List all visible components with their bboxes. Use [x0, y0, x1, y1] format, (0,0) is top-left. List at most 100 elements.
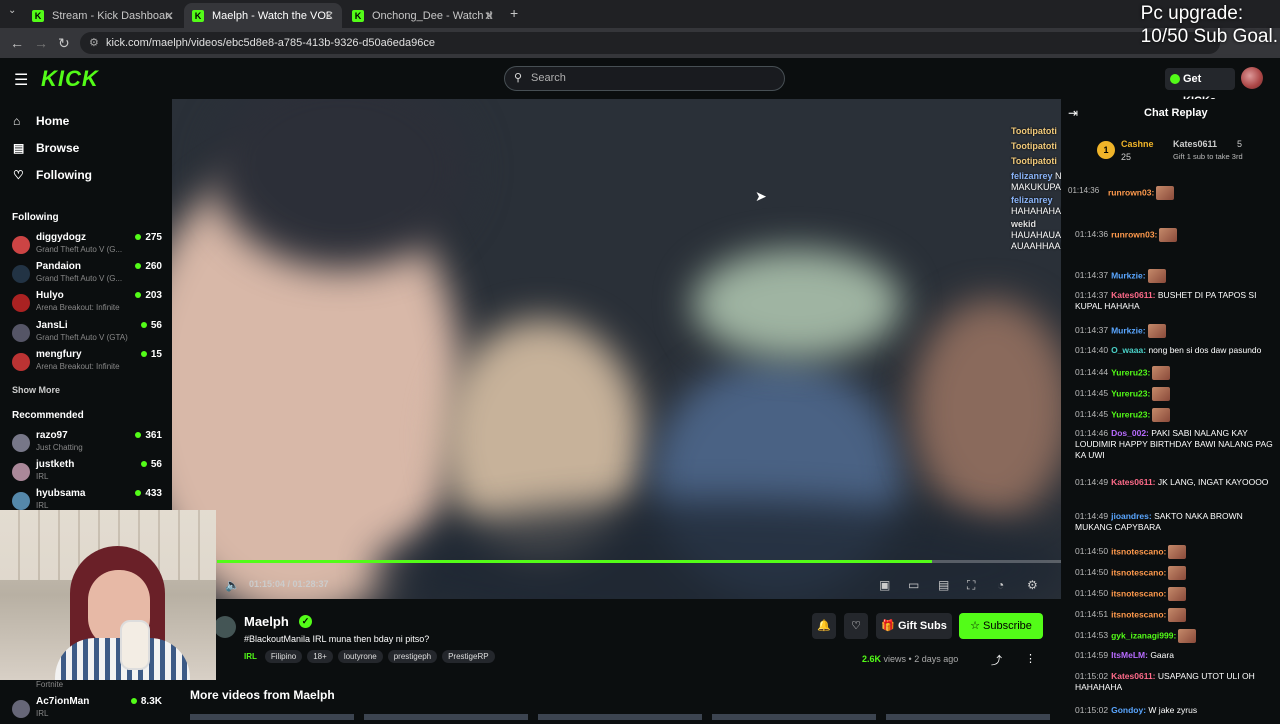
tab-close-icon[interactable]: ✕ [324, 9, 334, 23]
chat-username[interactable]: Kates0611: [1111, 477, 1155, 487]
notification-bell-button[interactable]: 🔔 [812, 613, 836, 639]
video-player[interactable]: ➤ [172, 99, 1061, 599]
new-tab-icon[interactable]: + [510, 5, 518, 21]
chat-timestamp: 01:14:53 [1075, 630, 1109, 641]
chat-username[interactable]: Dos_002: [1111, 428, 1149, 438]
reload-icon[interactable]: ↻ [58, 35, 70, 52]
chat-username[interactable]: Murkzie: [1111, 325, 1145, 335]
channel-item[interactable]: Hulyo Arena Breakout: Infinite 203 [12, 290, 162, 318]
category-link[interactable]: IRL [244, 652, 257, 661]
chat-username[interactable]: Kates0611: [1111, 290, 1155, 300]
chat-message: 01:14:37 Murkzie: [1075, 324, 1275, 338]
follow-button[interactable]: ♡ [844, 613, 868, 639]
video-thumbnail[interactable] [364, 714, 528, 720]
channel-item[interactable]: JansLi Grand Theft Auto V (GTA) 56 [12, 320, 162, 348]
channel-name: diggydogz [36, 232, 86, 243]
browser-tab-bar: ⌄ K Stream - Kick Dashboard ✕ K Maelph -… [0, 0, 1280, 28]
settings-icon[interactable]: ⚙ [1027, 578, 1038, 592]
viewer-count: 275 [135, 232, 162, 243]
kick-logo[interactable]: KICK [41, 66, 99, 92]
kick-favicon-icon: K [192, 9, 204, 22]
tab-close-icon[interactable]: ✕ [164, 9, 174, 23]
chat-message: 01:14:46 Dos_002: PAKI SABI NALANG KAY LO… [1075, 428, 1275, 461]
channel-item[interactable]: justketh IRL 56 [12, 459, 162, 487]
overlay-chat-user: Tootipatoti [1011, 126, 1057, 136]
tag-chip[interactable]: Filipino [264, 649, 303, 663]
chat-username[interactable]: runrown03: [1108, 187, 1154, 197]
channel-avatar [12, 492, 30, 510]
chat-username[interactable]: itsnotescano: [1111, 609, 1166, 619]
channel-game: Grand Theft Auto V (GTA) [36, 333, 128, 342]
tab-list-icon[interactable]: ⌄ [8, 5, 16, 16]
chat-username[interactable]: jioandres: [1111, 511, 1152, 521]
get-kicks-button[interactable]: Get KICKs [1165, 68, 1235, 107]
subscribe-button[interactable]: ☆ Subscribe [959, 613, 1043, 639]
channel-item[interactable]: mengfury Arena Breakout: Infinite 15 [12, 349, 162, 377]
chat-username[interactable]: Yureru23: [1111, 388, 1150, 398]
miniplayer-icon[interactable]: ▣ [879, 578, 890, 592]
chat-username[interactable]: O_waaa: [1111, 345, 1146, 355]
chat-username[interactable]: gyk_izanagi999: [1111, 630, 1176, 640]
channel-avatar [12, 294, 30, 312]
captions-icon[interactable]: ▤ [938, 578, 949, 592]
rank-badge: 1 [1097, 141, 1115, 159]
back-icon[interactable]: ← [10, 35, 24, 51]
chat-message: 01:14:50 itsnotescano: [1075, 587, 1275, 601]
chat-username[interactable]: ItsMeLM: [1111, 650, 1148, 660]
browser-tab-1[interactable]: K Stream - Kick Dashboard ✕ [24, 3, 182, 28]
following-heading: Following [12, 212, 59, 223]
sidebar-item-home[interactable]: ⌂ Home [13, 112, 69, 130]
user-avatar[interactable] [1241, 67, 1263, 89]
url-field[interactable]: ⚙ kick.com/maelph/videos/ebc5d8e8-a785-4… [80, 32, 1220, 54]
browser-tab-2[interactable]: K Maelph - Watch the VOD on Kick ✕ [184, 3, 342, 28]
chat-username[interactable]: Kates0611: [1111, 671, 1155, 681]
browser-tab-3[interactable]: K Onchong_Dee - Watch the VOD ✕ [344, 3, 502, 28]
sidebar-item-following[interactable]: ♡ Following [13, 166, 92, 184]
chat-username[interactable]: itsnotescano: [1111, 588, 1166, 598]
tag-chip[interactable]: PrestigeRP [442, 649, 495, 663]
show-more-link[interactable]: Show More [12, 385, 60, 395]
channel-item[interactable]: diggydogz Grand Theft Auto V (G... 275 [12, 232, 162, 260]
volume-icon[interactable]: 🔈 [225, 578, 240, 592]
chat-username[interactable]: itsnotescano: [1111, 567, 1166, 577]
heart-icon: ♡ [851, 620, 861, 632]
chat-username[interactable]: Murkzie: [1111, 270, 1145, 280]
tag-chip[interactable]: loutyrone [337, 649, 383, 663]
playback-speed-icon[interactable]: ◔ [997, 578, 1004, 592]
more-options-icon[interactable]: ⋮ [1025, 652, 1036, 665]
chat-username[interactable]: runrown03: [1111, 229, 1157, 239]
video-thumbnail[interactable] [712, 714, 876, 720]
channel-item[interactable]: Pandaion Grand Theft Auto V (G... 260 [12, 261, 162, 289]
chat-username[interactable]: Yureru23: [1111, 367, 1150, 377]
collapse-chat-icon[interactable]: ⇥ [1068, 106, 1078, 120]
fullscreen-icon[interactable]: ⛶ [967, 578, 975, 593]
chat-username[interactable]: itsnotescano: [1111, 546, 1166, 556]
forward-icon[interactable]: → [34, 35, 48, 51]
chat-timestamp: 01:14:50 [1075, 588, 1109, 599]
sidebar-item-label: Home [36, 114, 70, 128]
site-info-icon[interactable]: ⚙ [89, 32, 99, 54]
theater-mode-icon[interactable]: ▭ [908, 578, 919, 592]
share-icon[interactable]: ⤴ [991, 652, 1002, 668]
chat-message: 01:14:45 Yureru23: [1075, 387, 1275, 401]
chat-username[interactable]: Yureru23: [1111, 409, 1150, 419]
sidebar-item-browse[interactable]: ▤ Browse [13, 139, 79, 157]
chat-username[interactable]: Gondoy: [1111, 705, 1146, 715]
seek-bar[interactable] [217, 560, 1061, 563]
tag-chip[interactable]: prestigeph [387, 649, 438, 663]
channel-item[interactable]: razo97 Just Chatting 361 [12, 430, 162, 458]
channel-item[interactable]: Fortnite [12, 679, 162, 693]
streamer-avatar[interactable] [214, 616, 236, 638]
video-thumbnail[interactable] [190, 714, 354, 720]
chat-message: 01:14:51 itsnotescano: [1075, 608, 1275, 622]
streamer-name[interactable]: Maelph [244, 614, 289, 629]
upload-age: 2 days ago [914, 654, 959, 664]
video-thumbnail[interactable] [538, 714, 702, 720]
chat-message: 01:14:59 ItsMeLM: Gaara [1075, 650, 1275, 661]
video-thumbnail[interactable] [886, 714, 1050, 720]
search-input[interactable]: ⚲ Search [504, 66, 785, 91]
tab-close-icon[interactable]: ✕ [484, 9, 494, 23]
gift-subs-button[interactable]: 🎁 Gift Subs [876, 613, 952, 639]
menu-icon[interactable]: ☰ [14, 70, 28, 90]
tag-chip[interactable]: 18+ [307, 649, 333, 663]
